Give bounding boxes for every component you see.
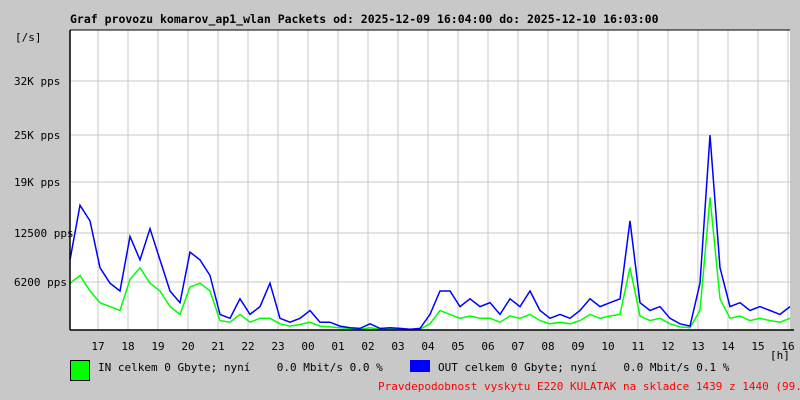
x-tick-label: 07 <box>511 340 524 353</box>
x-tick-label: 06 <box>481 340 494 353</box>
x-tick-label: 11 <box>631 340 644 353</box>
y-tick-label: 6200 pps <box>14 276 67 289</box>
x-tick-label: 05 <box>451 340 464 353</box>
x-tick-label: 23 <box>271 340 284 353</box>
footer-note: Pravdepodobnost vyskytu E220 KULATAK na … <box>378 380 800 393</box>
plot-area: 17 18 19 20 21 22 23 00 01 02 03 04 05 06 07 08 09 10 11 12… <box>14 29 795 353</box>
x-tick-label: 20 <box>181 340 194 353</box>
x-tick-label: 14 <box>721 340 735 353</box>
x-tick-label: 16 <box>781 340 794 353</box>
x-tick-label: 18 <box>121 340 134 353</box>
x-tick-label: 21 <box>211 340 224 353</box>
x-tick-label: 13 <box>691 340 704 353</box>
x-tick-label: 17 <box>91 340 104 353</box>
x-tick-label: 09 <box>571 340 584 353</box>
x-tick-label: 01 <box>331 340 344 353</box>
y-tick-label: 32K pps <box>14 75 60 88</box>
x-tick-label: 02 <box>361 340 374 353</box>
x-tick-label: 22 <box>241 340 254 353</box>
x-tick-label: 03 <box>391 340 404 353</box>
x-tick-label: 00 <box>301 340 314 353</box>
x-tick-label: 10 <box>601 340 614 353</box>
y-tick-label: 19K pps <box>14 176 60 189</box>
y-tick-label: 12500 pps <box>14 227 74 240</box>
x-tick-label: 08 <box>541 340 554 353</box>
x-tick-label: 15 <box>751 340 764 353</box>
plot-background <box>70 30 790 330</box>
y-tick-label: 25K pps <box>14 129 60 142</box>
chart: Graf provozu komarov_ap1_wlan Packets od… <box>0 0 800 400</box>
x-tick-label: 04 <box>421 340 435 353</box>
legend-out-swatch <box>410 360 430 372</box>
legend-in-swatch <box>70 360 90 381</box>
legend-in: IN celkem 0 Gbyte; nyní 0.0 Mbit/s 0.0 % <box>98 361 383 374</box>
legend-out: OUT celkem 0 Gbyte; nyní 0.0 Mbit/s 0.1 … <box>438 361 730 374</box>
x-tick-label: 19 <box>151 340 164 353</box>
x-tick-label: 12 <box>661 340 674 353</box>
